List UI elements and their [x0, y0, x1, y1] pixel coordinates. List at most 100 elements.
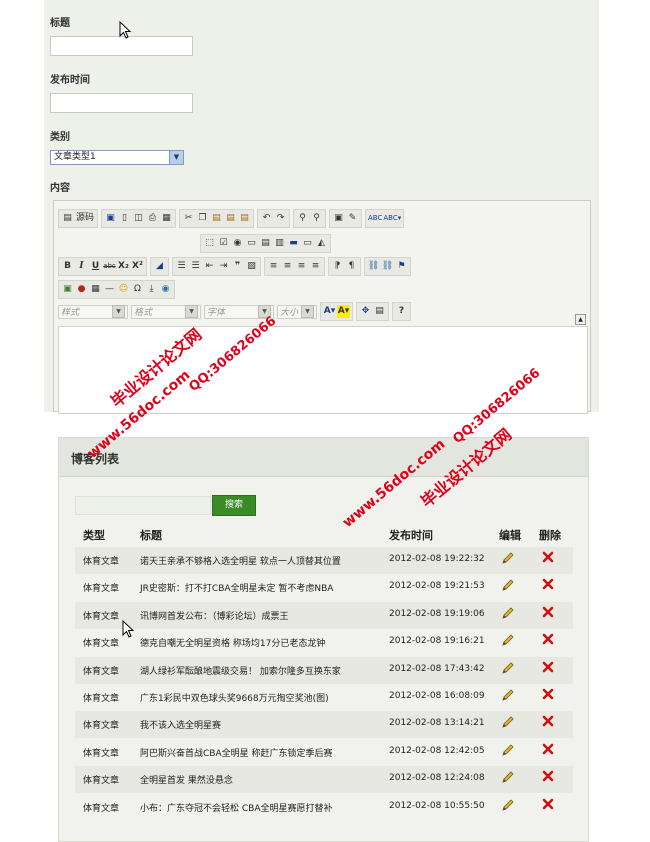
div-icon[interactable]: ▧: [245, 260, 258, 273]
checkbox-icon[interactable]: ☑: [217, 237, 230, 250]
blockquote-icon[interactable]: ❞: [231, 260, 244, 273]
row-title-link[interactable]: 德克自嘲无全明星资格 称场均17分已老态龙钟: [140, 636, 325, 649]
find-icon[interactable]: ⚲: [296, 212, 309, 225]
italic-button[interactable]: I: [75, 260, 88, 273]
pencil-icon[interactable]: [501, 688, 515, 705]
source-icon[interactable]: ▤: [61, 212, 74, 225]
align-left-icon[interactable]: ≡: [267, 260, 280, 273]
font-combo[interactable]: 字体 ▼: [204, 304, 274, 319]
pencil-icon[interactable]: [501, 715, 515, 732]
select-field-icon[interactable]: ▥: [273, 237, 286, 250]
page-break-icon[interactable]: ⤓: [145, 283, 158, 296]
special-char-icon[interactable]: Ω: [131, 283, 144, 296]
numbered-list-icon[interactable]: ☰: [175, 260, 188, 273]
paste-word-icon[interactable]: ▤: [238, 212, 251, 225]
delete-x-icon[interactable]: [542, 798, 554, 813]
row-title-link[interactable]: 讯博网首发公布：（博彩论坛）成票王: [140, 609, 289, 622]
about-help-icon[interactable]: ?: [395, 305, 408, 318]
row-title-link[interactable]: 小布：广东夺冠不会轻松 CBA全明星赛愿打替补: [140, 801, 332, 814]
horizontal-rule-icon[interactable]: —: [103, 283, 116, 296]
format-combo[interactable]: 格式 ▼: [131, 304, 201, 319]
publish-time-input[interactable]: [50, 93, 193, 113]
paste-icon[interactable]: ▤: [210, 212, 223, 225]
subscript-button[interactable]: X₂: [117, 260, 130, 273]
pencil-icon[interactable]: [501, 770, 515, 787]
superscript-button[interactable]: X²: [131, 260, 144, 273]
row-title-link[interactable]: 诺天王亲承不够格入选全明星 软点一人顶替其位置: [140, 554, 341, 567]
undo-icon[interactable]: ↶: [260, 212, 273, 225]
row-title-link[interactable]: 我不该入选全明星赛: [140, 718, 221, 731]
pencil-icon[interactable]: [501, 551, 515, 568]
delete-x-icon[interactable]: [542, 606, 554, 621]
search-button[interactable]: 搜索: [212, 495, 256, 516]
size-combo[interactable]: 大小 ▼: [277, 304, 317, 319]
print-icon[interactable]: ⎙: [146, 212, 159, 225]
chevron-down-icon[interactable]: ▼: [169, 151, 183, 164]
align-center-icon[interactable]: ≡: [281, 260, 294, 273]
delete-x-icon[interactable]: [542, 661, 554, 676]
rtl-icon[interactable]: ¶: [345, 260, 358, 273]
strike-button[interactable]: abc: [103, 260, 116, 273]
pencil-icon[interactable]: [501, 606, 515, 623]
form-icon[interactable]: ⬚: [203, 237, 216, 250]
style-combo[interactable]: 样式 ▼: [58, 304, 128, 319]
new-page-icon[interactable]: ▯: [118, 212, 131, 225]
delete-x-icon[interactable]: [542, 551, 554, 566]
save-icon[interactable]: ▣: [104, 212, 117, 225]
bg-color-icon[interactable]: A▾: [337, 305, 350, 318]
outdent-icon[interactable]: ⇤: [203, 260, 216, 273]
category-select[interactable]: 文章类型1 ▼: [50, 150, 184, 165]
remove-format-icon[interactable]: ✎: [346, 212, 359, 225]
replace-icon[interactable]: ⚲: [310, 212, 323, 225]
align-justify-icon[interactable]: ≡: [309, 260, 322, 273]
button-field-icon[interactable]: ▬: [287, 237, 300, 250]
delete-x-icon[interactable]: [542, 770, 554, 785]
underline-button[interactable]: U: [89, 260, 102, 273]
delete-x-icon[interactable]: [542, 688, 554, 703]
spellcheck-as-you-type-icon[interactable]: ABC▾: [383, 212, 401, 225]
spellcheck-icon[interactable]: ABC: [368, 212, 382, 225]
textfield-icon[interactable]: ▭: [245, 237, 258, 250]
hidden-field-icon[interactable]: ◭: [315, 237, 328, 250]
preview-icon[interactable]: ◫: [132, 212, 145, 225]
align-right-icon[interactable]: ≡: [295, 260, 308, 273]
collapse-toolbar-icon[interactable]: ▲: [575, 314, 586, 325]
cut-icon[interactable]: ✂: [182, 212, 195, 225]
smiley-icon[interactable]: ☺: [117, 283, 130, 296]
delete-x-icon[interactable]: [542, 743, 554, 758]
show-blocks-icon[interactable]: ▤: [373, 305, 386, 318]
paste-text-icon[interactable]: ▤: [224, 212, 237, 225]
pencil-icon[interactable]: [501, 743, 515, 760]
radio-icon[interactable]: ◉: [231, 237, 244, 250]
iframe-icon[interactable]: ◉: [159, 283, 172, 296]
redo-icon[interactable]: ↷: [274, 212, 287, 225]
bold-button[interactable]: B: [61, 260, 74, 273]
ltr-icon[interactable]: ⁋: [331, 260, 344, 273]
text-color-icon[interactable]: A▾: [323, 305, 336, 318]
templates-icon[interactable]: ▦: [160, 212, 173, 225]
flash-icon[interactable]: ●: [75, 283, 88, 296]
indent-icon[interactable]: ⇥: [217, 260, 230, 273]
copy-icon[interactable]: ❐: [196, 212, 209, 225]
image-button-icon[interactable]: ▭: [301, 237, 314, 250]
row-title-link[interactable]: JR史密斯：打不打CBA全明星未定 暂不考虑NBA: [140, 581, 333, 594]
row-title-link[interactable]: 阿巴斯兴奋首战CBA全明星 称赶广东锁定季后赛: [140, 746, 332, 759]
row-title-link[interactable]: 广东1彩民中双色球头奖9668万元掏空奖池(图): [140, 691, 329, 704]
delete-x-icon[interactable]: [542, 633, 554, 648]
pencil-icon[interactable]: [501, 661, 515, 678]
pencil-icon[interactable]: [501, 798, 515, 815]
delete-x-icon[interactable]: [542, 578, 554, 593]
maximize-icon[interactable]: ✥: [359, 305, 372, 318]
row-title-link[interactable]: 全明星首发 果然没悬念: [140, 773, 233, 786]
row-title-link[interactable]: 湖人绿衫军酝酿地震级交易！ 加索尔隆多互换东家: [140, 664, 341, 677]
eraser-icon[interactable]: ◢: [153, 260, 166, 273]
unlink-icon[interactable]: ⛓: [381, 260, 394, 273]
delete-x-icon[interactable]: [542, 715, 554, 730]
source-button-label[interactable]: 源码: [75, 212, 95, 225]
link-icon[interactable]: ⛓: [367, 260, 380, 273]
select-all-icon[interactable]: ▣: [332, 212, 345, 225]
search-input[interactable]: [75, 496, 211, 515]
bulleted-list-icon[interactable]: ☰: [189, 260, 202, 273]
table-icon[interactable]: ▦: [89, 283, 102, 296]
anchor-flag-icon[interactable]: ⚑: [395, 260, 408, 273]
